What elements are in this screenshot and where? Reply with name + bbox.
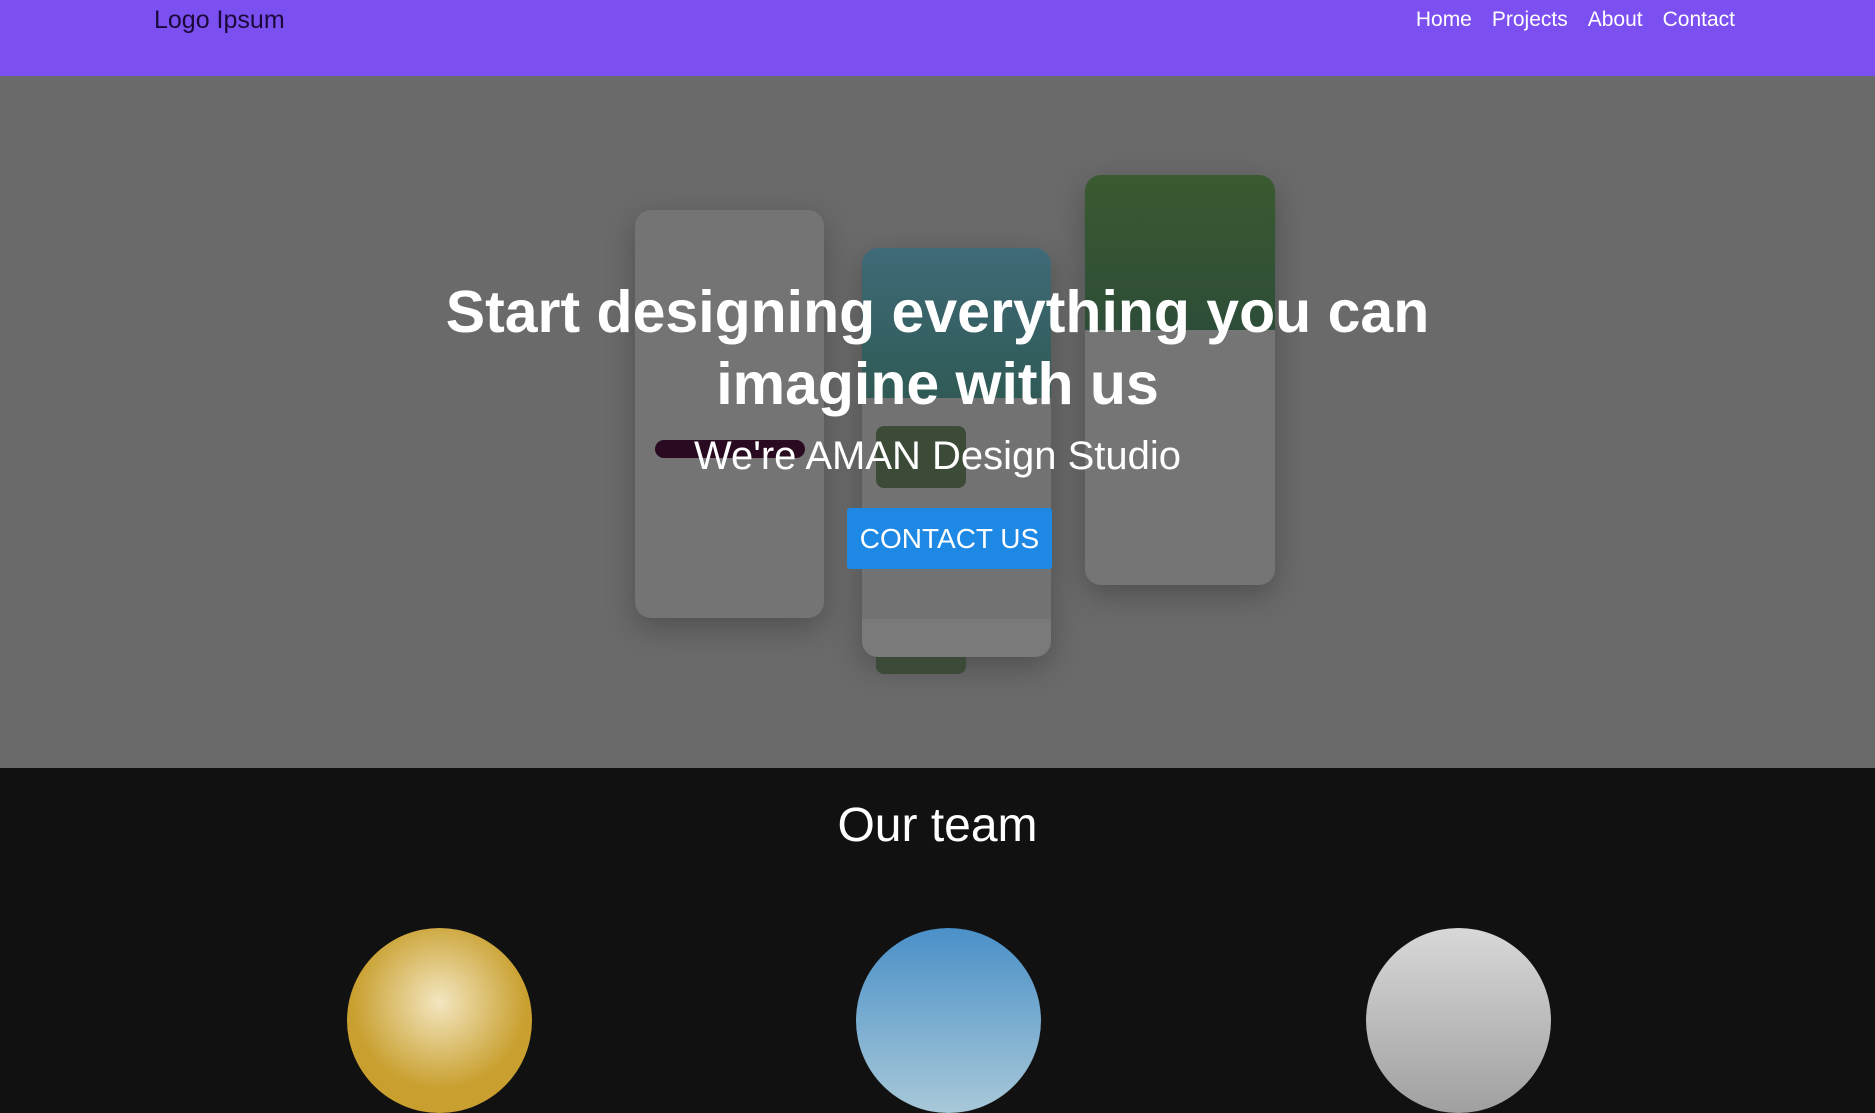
hero-content: Start designing everything you can imagi… xyxy=(0,76,1875,768)
hero-subtitle: We're AMAN Design Studio xyxy=(693,434,1182,478)
hero-section: Start designing everything you can imagi… xyxy=(0,76,1875,768)
team-section: Our team xyxy=(0,768,1875,1113)
nav-projects[interactable]: Projects xyxy=(1492,8,1568,32)
hero-title: Start designing everything you can imagi… xyxy=(445,279,1430,417)
nav-contact[interactable]: Contact xyxy=(1663,8,1735,32)
team-heading: Our team xyxy=(837,799,1038,852)
contact-us-button[interactable]: CONTACT US xyxy=(847,508,1052,569)
team-avatar xyxy=(856,928,1041,1113)
navbar: Logo Ipsum Home Projects About Contact xyxy=(0,0,1875,76)
team-avatar xyxy=(347,928,532,1113)
nav-links: Home Projects About Contact xyxy=(1416,8,1735,32)
nav-about[interactable]: About xyxy=(1588,8,1643,32)
logo[interactable]: Logo Ipsum xyxy=(154,6,285,35)
team-avatar xyxy=(1366,928,1551,1113)
nav-home[interactable]: Home xyxy=(1416,8,1472,32)
